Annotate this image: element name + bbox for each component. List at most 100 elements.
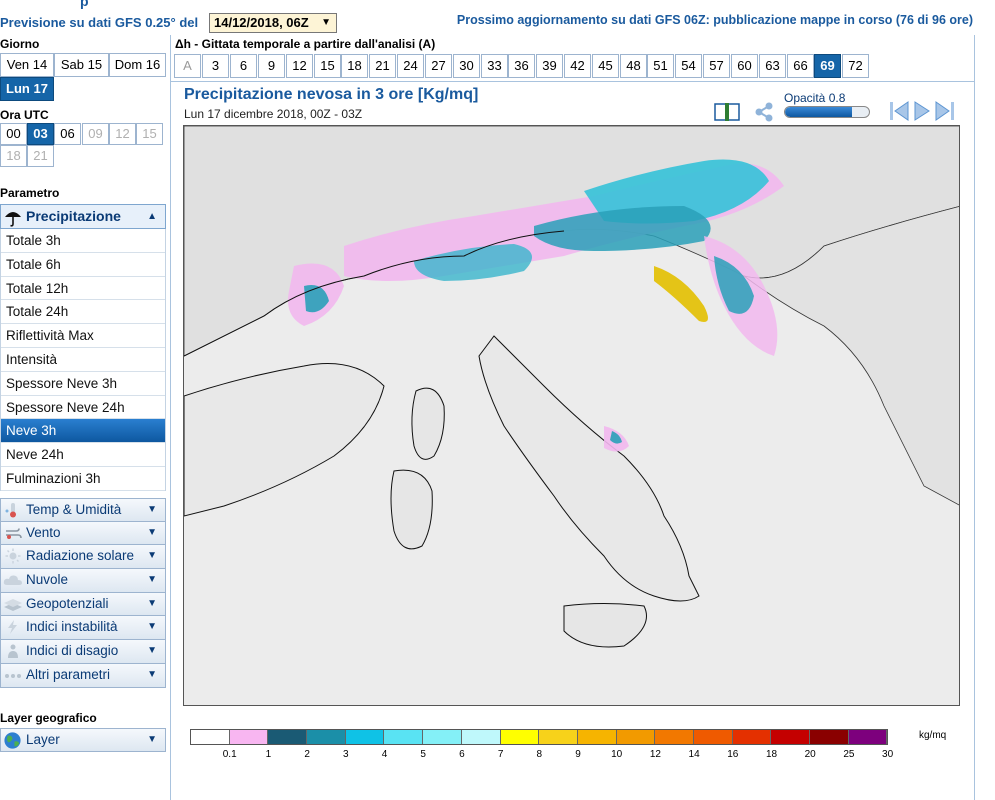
category-geopotential[interactable]: Geopotenziali ▼ (0, 592, 166, 617)
chevron-down-icon: ▼ (147, 504, 157, 515)
precipitation-submenu: Totale 3h Totale 6h Totale 12h Totale 24… (0, 229, 166, 491)
timestep-button[interactable]: 33 (481, 54, 508, 78)
timestep-button[interactable]: 54 (675, 54, 702, 78)
timestep-button[interactable]: 51 (647, 54, 674, 78)
timestep-button[interactable]: 42 (564, 54, 591, 78)
sidebar: Giorno Ven 14 Sab 15 Dom 16 Lun 17 Ora U… (0, 35, 168, 800)
utc-hour-button[interactable]: 00 (0, 123, 27, 145)
legend-tick-label: 6 (459, 749, 465, 760)
timestep-button[interactable]: 30 (453, 54, 480, 78)
legend-tick-label: 18 (765, 749, 778, 760)
play-icon[interactable] (911, 99, 933, 123)
timestep-button[interactable]: 48 (620, 54, 647, 78)
timestep-button[interactable]: 39 (536, 54, 563, 78)
timestep-button[interactable]: 15 (314, 54, 341, 78)
globe-icon (4, 732, 21, 749)
utc-hour-button-selected[interactable]: 03 (27, 123, 54, 145)
map-subtitle: Lun 17 dicembre 2018, 00Z - 03Z (184, 107, 363, 121)
timestep-button-analysis[interactable]: A (174, 54, 201, 78)
timestep-button[interactable]: 12 (286, 54, 313, 78)
submenu-item[interactable]: Totale 6h (1, 252, 165, 277)
submenu-item[interactable]: Totale 24h (1, 300, 165, 325)
geo-layer-value: Layer (26, 732, 60, 747)
page-heading-partial: p (80, 0, 89, 9)
timestep-button[interactable]: 9 (258, 54, 285, 78)
precipitation-group-header[interactable]: Precipitazione ▲ (0, 204, 166, 229)
first-frame-icon[interactable] (888, 99, 910, 123)
legend-tick-label: 10 (611, 749, 623, 760)
legend-swatch (616, 730, 656, 744)
utc-hour-button-disabled: 18 (0, 145, 27, 167)
forecast-run-label: Previsione su dati GFS 0.25° del (0, 15, 199, 30)
submenu-item[interactable]: Intensità (1, 347, 165, 372)
geo-layer-select[interactable]: Layer ▼ (0, 728, 166, 752)
timestep-button[interactable]: 21 (369, 54, 396, 78)
timestep-button[interactable]: 6 (230, 54, 257, 78)
timestep-button[interactable]: 18 (341, 54, 368, 78)
timestep-section-label: Δh - Gittata temporale a partire dall'an… (175, 37, 436, 51)
opacity-slider[interactable] (784, 106, 870, 118)
chevron-down-icon: ▼ (147, 645, 157, 657)
chevron-down-icon: ▼ (147, 734, 157, 745)
timestep-button[interactable]: 27 (425, 54, 452, 78)
submenu-item[interactable]: Spessore Neve 3h (1, 371, 165, 396)
legend-tick-label: 8 (536, 749, 543, 760)
run-date-select[interactable]: 14/12/2018, 06Z ▼ (209, 13, 337, 33)
timestep-button[interactable]: 3 (202, 54, 229, 78)
opacity-label: Opacità 0.8 (784, 91, 846, 105)
forecast-map[interactable] (183, 125, 960, 706)
timestep-button-selected[interactable]: 69 (814, 54, 841, 78)
category-instability-indices[interactable]: Indici instabilità ▼ (0, 616, 166, 641)
category-temp-humidity[interactable]: Temp & Umidità ▼ (0, 498, 166, 522)
timestep-button[interactable]: 72 (842, 54, 869, 78)
submenu-item[interactable]: Neve 24h (1, 443, 165, 467)
submenu-item[interactable]: Spessore Neve 24h (1, 395, 165, 420)
chevron-down-icon: ▼ (147, 550, 157, 562)
category-label: Temp & Umidità (26, 502, 122, 517)
category-wind[interactable]: Vento ▼ (0, 521, 166, 546)
submenu-item[interactable]: Riflettività Max (1, 324, 165, 348)
lightning-icon (8, 620, 17, 635)
submenu-item[interactable]: Fulminazioni 3h (1, 466, 165, 491)
category-solar-radiation[interactable]: Radiazione solare ▼ (0, 545, 166, 570)
utc-section-label: Ora UTC (0, 108, 49, 122)
timestep-button[interactable]: 24 (397, 54, 424, 78)
person-icon (8, 644, 18, 659)
timestep-button[interactable]: 45 (592, 54, 619, 78)
category-label: Indici instabilità (26, 619, 118, 635)
legend-tick-label: 14 (688, 749, 700, 760)
category-discomfort-indices[interactable]: Indici di disagio ▼ (0, 640, 166, 664)
opacity-slider-fill (785, 107, 853, 117)
category-label: Vento (26, 524, 61, 540)
umbrella-icon (5, 212, 21, 227)
category-clouds[interactable]: Nuvole ▼ (0, 569, 166, 593)
timestep-button[interactable]: 60 (731, 54, 758, 78)
legend-tick-label: 9 (575, 749, 581, 760)
legend-tick-label: 5 (420, 749, 426, 760)
sun-icon (5, 548, 21, 564)
parameter-categories: Temp & Umidità ▼ Vento ▼ Radiazione sola… (0, 498, 166, 688)
category-label: Geopotenziali (26, 595, 109, 611)
legend-swatch (848, 730, 888, 744)
timestep-button[interactable]: 57 (703, 54, 730, 78)
day-button[interactable]: Ven 14 (0, 53, 54, 77)
day-button[interactable]: Dom 16 (109, 53, 166, 77)
parameter-section-label: Parametro (0, 186, 60, 200)
timestep-button[interactable]: 36 (508, 54, 535, 78)
category-label: Altri parametri (26, 666, 111, 682)
book-icon[interactable] (714, 103, 740, 121)
utc-hour-button[interactable]: 06 (54, 123, 81, 145)
run-date-value: 14/12/2018, 06Z (214, 15, 309, 30)
submenu-item-selected[interactable]: Neve 3h (1, 419, 165, 444)
share-icon[interactable] (753, 101, 775, 123)
timestep-button[interactable]: 66 (787, 54, 814, 78)
day-button[interactable]: Sab 15 (54, 53, 109, 77)
day-button-selected[interactable]: Lun 17 (0, 77, 54, 101)
submenu-item[interactable]: Totale 12h (1, 276, 165, 301)
legend-tick-label: 2 (304, 749, 310, 760)
category-other-parameters[interactable]: Altri parametri ▼ (0, 663, 166, 688)
legend-swatch (423, 730, 462, 744)
timestep-button[interactable]: 63 (759, 54, 786, 78)
submenu-item[interactable]: Totale 3h (1, 229, 165, 253)
last-frame-icon[interactable] (934, 99, 956, 123)
